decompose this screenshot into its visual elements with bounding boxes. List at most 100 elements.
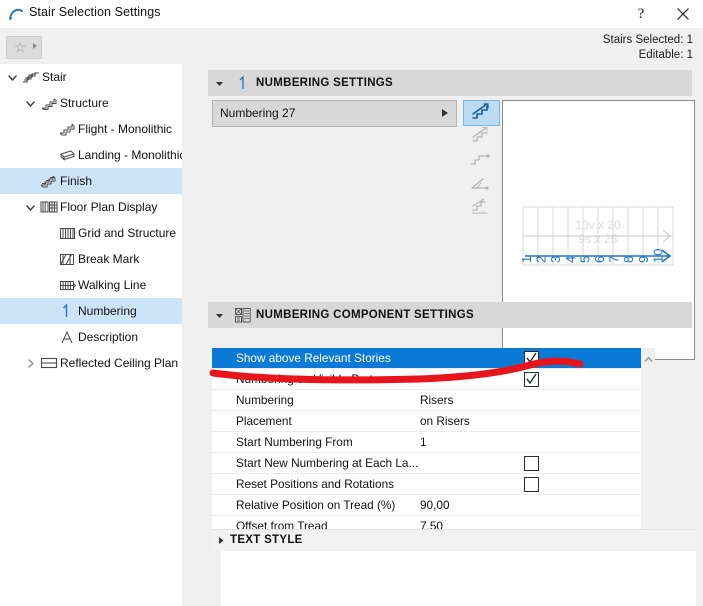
text-style-header[interactable]: TEXT STYLE [212,529,696,550]
view-stair-node-button[interactable] [463,148,498,172]
component-settings-icon [230,307,256,323]
settings-row-label: Start Numbering From [236,435,353,449]
favorites-button[interactable]: ☆ [6,36,42,59]
view-stair-side-button[interactable] [463,196,498,220]
sidebar-item-landing-monolithic[interactable]: Landing - Monolithic [0,142,182,168]
sidebar-item-break-mark[interactable]: Break Mark [0,246,182,272]
sidebar-item-label: Numbering [78,304,137,318]
settings-row[interactable]: Start Numbering From 1 [212,432,641,453]
text-style-title: TEXT STYLE [230,534,303,546]
sidebar-item-label: Break Mark [78,252,140,266]
preview-step-number: 5 [577,256,592,263]
sidebar-item-label: Grid and Structure [78,226,177,240]
caret-down-icon[interactable] [208,311,230,320]
sidebar-item-floor-plan-display[interactable]: Floor Plan Display [0,194,182,220]
text-style-body [221,551,696,606]
help-button[interactable]: ? [621,0,661,28]
component-settings-table: Show above Relevant Stories Numbering on … [212,348,641,537]
sidebar-item-label: Description [78,330,139,344]
view-3d-stair-button[interactable] [463,100,500,126]
stairs-selected-label: Stairs Selected: 1 [602,34,693,46]
sidebar-item-walking-line[interactable]: Walking Line [0,272,182,298]
settings-row-value: Risers [420,393,454,407]
settings-row-value: on Risers [420,414,470,428]
sidebar-item-description[interactable]: Description [0,324,182,350]
preview-riser-label: 10v x 20 [575,218,621,232]
sidebar-item-grid-and-structure[interactable]: Grid and Structure [0,220,182,246]
preview-step-number: 6 [592,256,607,263]
title-bar: Stair Selection Settings ? [0,0,703,28]
chevron-down-icon[interactable] [4,72,20,83]
preview-tread-label: 9s x 25 [579,232,618,246]
sidebar-item-stair[interactable]: Stair [0,64,182,90]
numbering-component-settings-title: NUMBERING COMPONENT SETTINGS [256,309,474,321]
stair-icon [20,70,42,84]
triangle-right-icon [33,43,37,49]
settings-checkbox[interactable] [524,351,539,366]
settings-row[interactable]: Show above Relevant Stories [212,348,641,369]
sidebar-item-structure[interactable]: Structure [0,90,182,116]
settings-checkbox[interactable] [524,456,539,471]
settings-row[interactable]: Start New Numbering at Each La... [212,453,641,474]
settings-row[interactable]: Numbering on Visible Part [212,369,641,390]
chevron-down-icon[interactable] [22,98,38,109]
settings-row-label: Start New Numbering at Each La... [236,456,419,470]
sidebar-item-finish[interactable]: Finish [0,168,182,194]
sidebar-item-reflected-ceiling-plan-di[interactable]: Reflected Ceiling Plan Di [0,350,182,376]
preview-step-number: 2 [534,256,549,263]
sidebar-item-numbering[interactable]: Numbering [0,298,182,324]
checkmark-icon [526,373,537,385]
stair-arc-icon [8,6,24,22]
settings-checkbox[interactable] [524,477,539,492]
settings-row-value: 1 [420,435,427,449]
preview-step-number: 10 [650,249,665,263]
caret-right-icon[interactable] [212,536,230,545]
sidebar-item-label: Floor Plan Display [60,200,158,214]
preview-step-number: 7 [607,256,622,263]
component-settings-scrollbar[interactable] [641,348,655,544]
star-icon: ☆ [14,39,27,55]
settings-row[interactable]: Reset Positions and Rotations [212,474,641,495]
view-3d-stair-icon [472,103,489,119]
settings-row-label: Reset Positions and Rotations [236,477,395,491]
view-stair-top-button[interactable] [463,124,498,148]
settings-row[interactable]: Numbering Risers [212,390,641,411]
sidebar-item-label: Reflected Ceiling Plan Di [60,356,182,370]
preview-step-number: 4 [563,256,578,263]
sidebar-item-label: Stair [42,70,67,84]
numbering-component-settings-header[interactable]: NUMBERING COMPONENT SETTINGS [208,302,692,328]
editable-label: Editable: 1 [638,49,693,61]
chevron-right-icon[interactable] [22,358,38,369]
stair-selection-settings-window: Stair Selection Settings ? ☆ Stairs Sele… [0,0,703,606]
settings-tree: Stair Structure Flight - Monolithic Landing… [0,64,182,606]
chevron-down-icon[interactable] [22,202,38,213]
settings-row[interactable]: Relative Position on Tread (%) 90,00 [212,495,641,516]
checkmark-icon [526,352,537,364]
sidebar-item-flight-monolithic[interactable]: Flight - Monolithic [0,116,182,142]
finish-icon [38,174,60,188]
chevron-up-icon[interactable] [644,352,653,366]
walking-line-icon [56,279,78,292]
settings-row-label: Placement [236,414,292,428]
settings-checkbox[interactable] [524,372,539,387]
sidebar-item-label: Flight - Monolithic [78,122,173,136]
view-stair-top-icon [472,127,488,142]
grid-structure-icon [56,227,78,240]
reflected-ceiling-icon [38,357,60,369]
close-button[interactable] [663,0,703,28]
caret-down-icon[interactable] [208,79,230,88]
view-stair-angle-button[interactable] [463,172,498,196]
settings-row-label: Numbering [236,393,294,407]
numbering-preset-combo[interactable]: Numbering 27 [212,100,457,127]
numbering-icon [56,303,78,319]
floor-plan-icon [38,200,60,214]
numbering-icon [230,75,256,91]
selection-info: Stairs Selected: 1 Editable: 1 [603,33,693,63]
settings-row-label: Show above Relevant Stories [236,351,391,365]
settings-row-value: 90,00 [420,498,450,512]
sidebar-item-label: Landing - Monolithic [78,148,182,162]
help-icon: ? [637,6,645,22]
break-mark-icon [56,253,78,266]
settings-row[interactable]: Placement on Risers [212,411,641,432]
numbering-settings-header[interactable]: NUMBERING SETTINGS [208,70,692,96]
